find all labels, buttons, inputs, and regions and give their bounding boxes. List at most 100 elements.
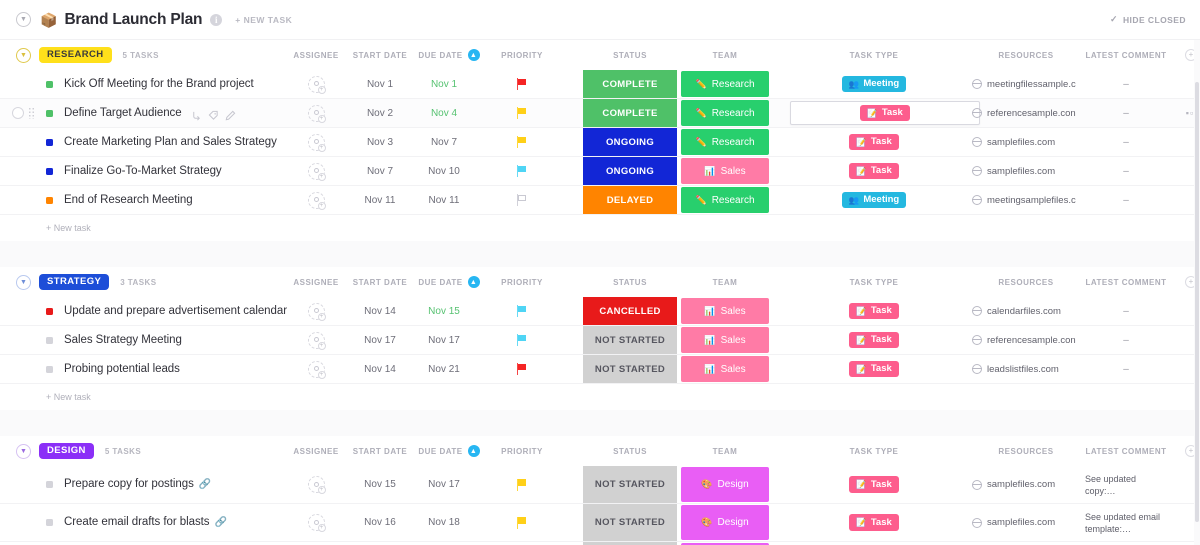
due-date-cell[interactable]: Nov 10 — [413, 157, 475, 185]
status-badge[interactable]: ONGOING — [583, 128, 677, 156]
task-type-badge[interactable]: 📝 Task — [849, 331, 899, 349]
assignee-avatar-placeholder[interactable]: + — [307, 162, 326, 181]
due-date-cell[interactable]: Nov 18 — [413, 504, 475, 541]
priority-cell[interactable] — [497, 99, 547, 127]
task-type-badge[interactable]: 📝 Task — [849, 514, 899, 531]
due-date-cell[interactable]: Nov 15 — [413, 297, 475, 325]
resource-link[interactable]: leadslistfiles.com — [972, 364, 1059, 375]
priority-cell[interactable] — [497, 186, 547, 214]
column-header-due-date[interactable]: DUE DATE ▲ — [409, 40, 489, 70]
resource-link[interactable]: meetingsamplefiles.c — [972, 195, 1076, 206]
column-header-resources[interactable]: RESOURCES — [972, 40, 1080, 70]
group-name-pill[interactable]: DESIGN — [39, 443, 94, 459]
priority-cell[interactable] — [497, 466, 547, 503]
task-type-cell[interactable]: 👥 Meeting — [790, 70, 958, 98]
task-checkbox[interactable] — [12, 107, 24, 119]
priority-flag-icon[interactable] — [516, 165, 528, 177]
column-header-status[interactable]: STATUS — [583, 436, 677, 466]
due-date-cell[interactable]: Nov 21 — [413, 355, 475, 383]
column-header-latest-comment[interactable]: LATEST COMMENT — [1085, 267, 1167, 297]
table-row[interactable]: Create email drafts for blasts 🔗 + Nov 16 N… — [0, 504, 1200, 542]
latest-comment-cell[interactable]: – — [1085, 297, 1167, 325]
assignee-avatar-placeholder[interactable]: + — [307, 104, 326, 123]
table-row[interactable]: Finalize Go-To-Market Strategy + Nov 7 Nov… — [0, 157, 1200, 186]
task-type-cell[interactable]: 📝Task — [790, 128, 958, 156]
resources-cell[interactable]: samplefiles.com — [972, 157, 1080, 185]
assignee-avatar-placeholder[interactable]: + — [307, 476, 326, 494]
resources-cell[interactable]: samplefiles.com — [972, 504, 1080, 541]
resource-link[interactable]: meetingfilessample.c — [972, 79, 1076, 90]
priority-flag-icon[interactable] — [516, 194, 528, 206]
team-badge[interactable]: 📊 Sales — [681, 158, 769, 184]
team-badge[interactable]: ✏️ Research — [681, 187, 769, 213]
task-board-scroll[interactable]: ▼ RESEARCH 5 TASKS ASSIGNEE START DATE DUE… — [0, 40, 1200, 545]
priority-flag-icon[interactable] — [516, 516, 528, 529]
table-row[interactable]: Update and prepare advertisement calenda… — [0, 297, 1200, 326]
assignee-cell[interactable]: + — [290, 99, 342, 127]
column-header-latest-comment[interactable]: LATEST COMMENT — [1085, 40, 1167, 70]
start-date-cell[interactable]: Nov 16 — [349, 504, 411, 541]
start-date-cell[interactable]: Nov 17 — [349, 326, 411, 354]
start-date-cell[interactable]: Nov 14 — [349, 355, 411, 383]
assignee-avatar-placeholder[interactable]: + — [307, 133, 326, 152]
resource-link[interactable]: calendarfiles.com — [972, 306, 1061, 317]
task-type-badge[interactable]: 👥 Meeting — [841, 75, 907, 93]
team-badge[interactable]: ✏️ Research — [681, 71, 769, 97]
assignee-avatar-placeholder[interactable]: + — [307, 514, 326, 532]
group-collapse-icon[interactable]: ▼ — [16, 443, 31, 459]
add-new-task-row[interactable]: + New task — [0, 384, 1200, 410]
latest-comment-cell[interactable]: – — [1085, 186, 1167, 214]
column-header-task-type[interactable]: TASK TYPE — [790, 267, 958, 297]
resource-link[interactable]: samplefiles.com — [972, 137, 1055, 148]
start-date-cell[interactable]: Nov 3 — [349, 128, 411, 156]
assignee-cell[interactable]: + — [290, 504, 342, 541]
task-type-cell[interactable]: 📝Task — [790, 466, 958, 503]
column-header-assignee[interactable]: ASSIGNEE — [290, 436, 342, 466]
task-type-cell[interactable]: 📝Task — [790, 355, 958, 383]
column-header-due-date[interactable]: DUE DATE ▲ — [409, 267, 489, 297]
task-type-cell[interactable]: 👥 Meeting — [790, 186, 958, 214]
latest-comment-cell[interactable]: – — [1085, 355, 1167, 383]
column-header-status[interactable]: STATUS — [583, 267, 677, 297]
table-row[interactable]: Define Target Audience + Nov 2 Nov 4 COMPL… — [0, 99, 1200, 128]
priority-cell[interactable] — [497, 157, 547, 185]
latest-comment-cell[interactable]: – — [1085, 326, 1167, 354]
team-badge[interactable]: 🎨 Design — [681, 467, 769, 502]
collapse-list-icon[interactable]: ▼ — [16, 12, 31, 27]
subtask-icon[interactable] — [191, 108, 202, 120]
assignee-avatar-placeholder[interactable]: + — [307, 75, 326, 94]
team-badge[interactable]: 📊 Sales — [681, 298, 769, 324]
assignee-cell[interactable]: + — [290, 70, 342, 98]
latest-comment-cell[interactable]: See updated copy:… — [1085, 466, 1167, 503]
priority-flag-icon[interactable] — [516, 334, 528, 346]
column-header-start-date[interactable]: START DATE — [349, 436, 411, 466]
resource-link[interactable]: samplefiles.com — [972, 166, 1055, 177]
team-badge[interactable]: ✏️ Research — [681, 100, 769, 126]
status-badge[interactable]: NOT STARTED — [583, 326, 677, 354]
column-header-resources[interactable]: RESOURCES — [972, 267, 1080, 297]
assignee-avatar-placeholder[interactable]: + — [307, 302, 326, 321]
column-header-assignee[interactable]: ASSIGNEE — [290, 267, 342, 297]
task-type-badge[interactable]: 📝 Task — [849, 162, 899, 180]
status-badge[interactable]: COMPLETE — [583, 99, 677, 127]
team-badge[interactable]: ✏️ Research — [681, 129, 769, 155]
status-badge[interactable]: NOT STARTED — [583, 355, 677, 383]
tag-icon[interactable] — [208, 108, 219, 120]
latest-comment-cell[interactable]: See updated email template:… — [1085, 504, 1167, 541]
task-type-cell-selected[interactable]: 📝 Task — [790, 101, 980, 125]
due-date-cell[interactable]: Nov 4 — [413, 99, 475, 127]
new-task-button[interactable]: + NEW TASK — [235, 15, 292, 25]
priority-flag-icon[interactable] — [516, 136, 528, 148]
column-header-task-type[interactable]: TASK TYPE — [790, 40, 958, 70]
assignee-avatar-placeholder[interactable]: + — [307, 360, 326, 379]
task-type-badge[interactable]: 📝 Task — [849, 360, 899, 378]
resources-cell[interactable]: meetingsamplefiles.c — [972, 186, 1080, 214]
start-date-cell[interactable]: Nov 7 — [349, 157, 411, 185]
column-header-assignee[interactable]: ASSIGNEE — [290, 40, 342, 70]
priority-cell[interactable] — [497, 128, 547, 156]
due-date-cell[interactable]: Nov 7 — [413, 128, 475, 156]
priority-cell[interactable] — [497, 355, 547, 383]
drag-handle-icon[interactable] — [28, 107, 35, 119]
sort-indicator-icon[interactable]: ▲ — [467, 49, 480, 61]
status-badge[interactable]: CANCELLED — [583, 297, 677, 325]
